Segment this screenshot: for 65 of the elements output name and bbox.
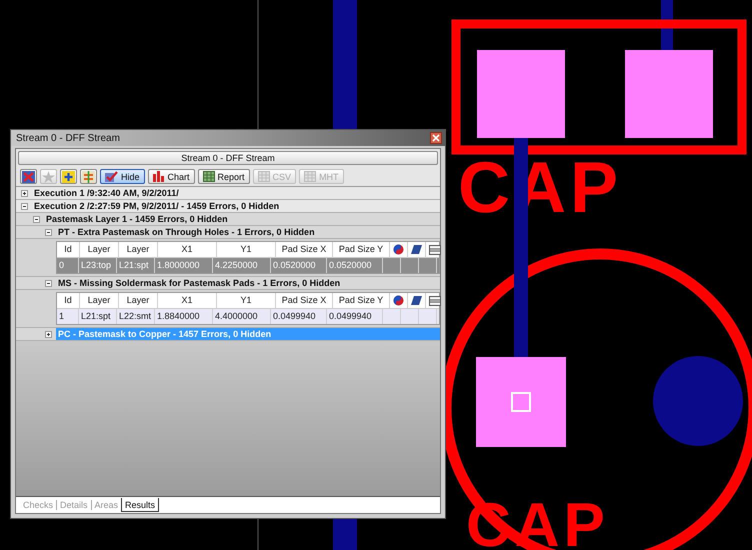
bar-chart-icon (152, 171, 165, 182)
column-header: Id (57, 293, 80, 308)
table-cell: 0.0499940 (327, 309, 383, 324)
column-header: Y1 (217, 242, 276, 257)
star-icon (42, 170, 55, 182)
table-cell: 1.8840000 (155, 309, 213, 324)
yin-yang-icon (393, 244, 404, 255)
expander-toggle[interactable] (32, 214, 41, 224)
window-title: Stream 0 - DFF Stream (16, 132, 120, 144)
close-button[interactable] (430, 132, 442, 144)
table-cell: 4.4000000 (213, 309, 271, 324)
table-cell: L22:smt (117, 309, 155, 324)
plus-icon (21, 190, 28, 196)
table-cell: 4.2250000 (213, 258, 271, 273)
table-cell: 1 (57, 309, 79, 324)
column-header: X1 (158, 293, 217, 308)
column-header: Pad Size Y (333, 293, 390, 308)
table-cell: 0.0520000 (327, 258, 383, 273)
grid-icon (258, 171, 270, 182)
add-icon (62, 170, 75, 182)
column-header: Pad Size X (276, 242, 333, 257)
column-header: Pad Size X (276, 293, 333, 308)
table-cell: L21:spt (79, 309, 117, 324)
table-cell: L23:top (79, 258, 117, 273)
minus-icon (21, 202, 28, 210)
stream-header-button[interactable]: Stream 0 - DFF Stream (18, 151, 438, 165)
grid-icon (304, 171, 316, 182)
toolbar-icon-button[interactable] (20, 169, 37, 184)
close-icon (432, 134, 440, 142)
table-cell: 0.0499940 (271, 309, 327, 324)
plus-icon (45, 330, 52, 338)
column-header: Layer (80, 242, 119, 257)
minus-icon (45, 280, 52, 286)
column-header: Layer (119, 242, 158, 257)
table-cell: 1.8000000 (155, 258, 213, 273)
minus-icon (33, 216, 40, 222)
table-row[interactable]: 1 L21:spt L22:smt 1.8840000 4.4000000 0.0499940 0.0499940 (57, 309, 439, 324)
toolbar-button[interactable]: Chart (148, 169, 195, 184)
table-cell: 0 (57, 258, 79, 273)
toolbar-icon-button[interactable] (80, 169, 97, 184)
minus-icon (45, 228, 52, 236)
report-icon (202, 171, 215, 182)
tab[interactable]: Results (121, 498, 160, 512)
table-cell: L21:spt (117, 258, 155, 273)
toolbar-button[interactable]: Report (198, 169, 250, 184)
toolbar-button[interactable]: Hide (100, 169, 145, 184)
cross-icon (22, 170, 35, 182)
column-header: Layer (80, 293, 119, 308)
check-icon (105, 171, 118, 182)
expander-toggle[interactable] (44, 228, 53, 236)
expander-toggle[interactable] (20, 188, 29, 198)
toolbar-icon-button[interactable] (60, 169, 77, 184)
layer-icon (411, 244, 422, 255)
column-header: Y1 (217, 293, 276, 308)
column-header: Pad Size Y (333, 242, 390, 257)
column-header: Layer (119, 293, 158, 308)
layer-icon (411, 295, 422, 306)
expander-toggle[interactable] (44, 278, 53, 288)
column-header: X1 (158, 242, 217, 257)
yin-yang-icon (393, 295, 404, 306)
expander-toggle[interactable] (20, 202, 29, 210)
expander-toggle[interactable] (44, 330, 53, 338)
table-cell: 0.0520000 (271, 258, 327, 273)
tree-item[interactable]: MS - Missing Soldermask for Pastemask Pads - 1 Errors, 0 Hidden (56, 277, 440, 289)
column-header: Id (57, 242, 80, 257)
